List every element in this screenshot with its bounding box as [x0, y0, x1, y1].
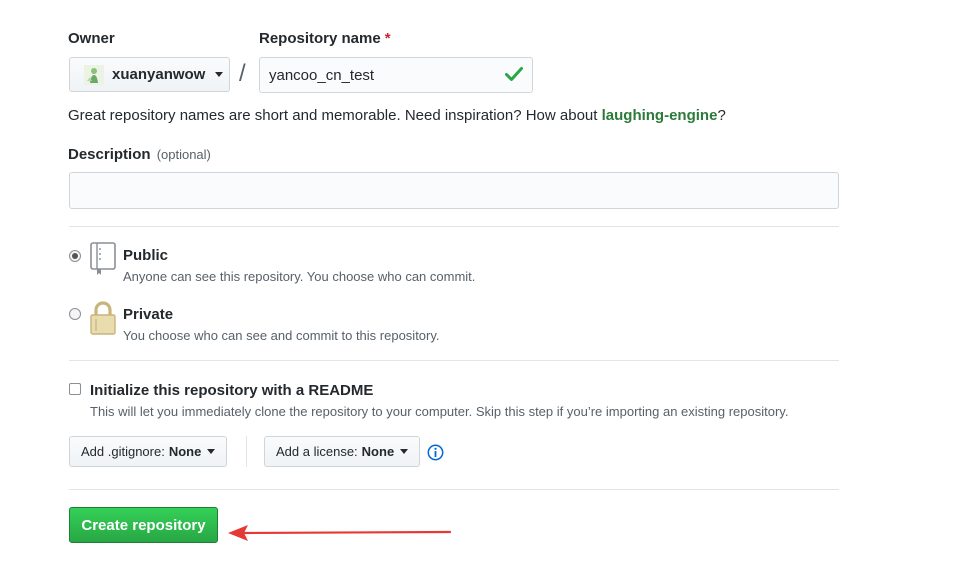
- readme-title: Initialize this repository with a README: [90, 382, 374, 399]
- public-title: Public: [123, 247, 169, 264]
- description-label: Description (optional): [68, 146, 211, 163]
- lock-icon: [90, 301, 116, 335]
- suggested-name-link[interactable]: laughing-engine: [602, 107, 718, 124]
- public-note: Anyone can see this repository. You choo…: [123, 269, 476, 284]
- divider: [69, 226, 839, 227]
- chevron-down-icon: [400, 449, 409, 454]
- public-radio[interactable]: [69, 250, 81, 262]
- owner-label: Owner: [68, 30, 115, 47]
- private-title: Private: [123, 306, 174, 323]
- divider: [246, 436, 247, 467]
- check-icon: [505, 67, 523, 81]
- repository-name-label-text: Repository name: [259, 30, 381, 47]
- repository-name-hint: Great repository names are short and mem…: [68, 107, 726, 124]
- divider: [69, 360, 839, 361]
- owner-avatar: [84, 64, 104, 85]
- owner-select-button[interactable]: xuanyanwow: [69, 57, 230, 92]
- readme-checkbox[interactable]: [69, 383, 81, 395]
- hint-text: Great repository names are short and mem…: [68, 107, 602, 124]
- repo-book-icon: [90, 242, 116, 275]
- hint-suffix: ?: [717, 107, 726, 124]
- owner-username: xuanyanwow: [112, 66, 206, 83]
- readme-note: This will let you immediately clone the …: [90, 404, 789, 419]
- annotation-arrow: [228, 525, 452, 541]
- divider: [69, 489, 839, 490]
- private-radio[interactable]: [69, 308, 81, 320]
- gitignore-label: Add .gitignore:: [81, 444, 165, 459]
- info-icon[interactable]: [427, 444, 444, 461]
- owner-repo-separator: /: [239, 60, 246, 87]
- description-input[interactable]: [69, 172, 839, 209]
- private-note: You choose who can see and commit to thi…: [123, 328, 440, 343]
- repository-name-input[interactable]: [259, 57, 533, 93]
- license-label: Add a license:: [276, 444, 358, 459]
- description-label-text: Description: [68, 146, 151, 163]
- license-select[interactable]: Add a license: None: [264, 436, 421, 467]
- license-value: None: [361, 444, 395, 459]
- create-repository-button[interactable]: Create repository: [69, 507, 218, 543]
- gitignore-select[interactable]: Add .gitignore: None: [69, 436, 228, 467]
- optional-marker: (optional): [156, 147, 211, 162]
- required-marker: *: [384, 30, 391, 47]
- new-repository-form: Owner Repository name* xuanyanwow / Grea…: [0, 0, 959, 582]
- chevron-down-icon: [207, 449, 216, 454]
- repository-name-label: Repository name *: [259, 30, 391, 47]
- chevron-down-icon: [215, 72, 224, 77]
- gitignore-value: None: [168, 444, 202, 459]
